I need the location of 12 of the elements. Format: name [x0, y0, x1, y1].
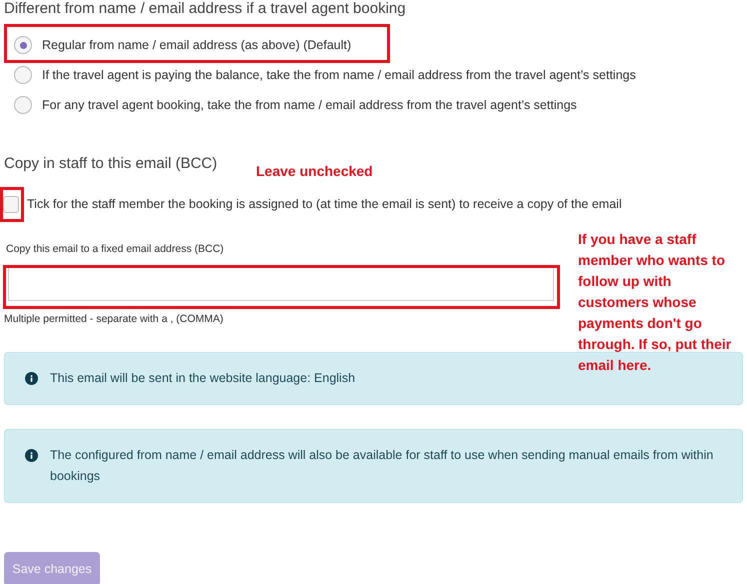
staff-copy-checkbox[interactable]: Tick for the staff member the booking is assigned to (at time the email is sent) to receive a copy of the email [3, 195, 622, 214]
info-text: This email will be sent in the website language: English [50, 370, 356, 388]
annotation-text: Leave unchecked [256, 162, 373, 181]
radio-option[interactable]: Regular from name / email address (as above) (Default) [14, 35, 352, 55]
radio-option[interactable]: If the travel agent is paying the balance, take the from name / email address from the travel agent’s settings [14, 65, 636, 85]
info-text: The configured from name / email address will also be available for staff to use when sending manual emails from within bookings [50, 447, 714, 486]
section-heading: Different from name / email address if a travel agent booking [4, 0, 406, 18]
field-help-text: Multiple permitted - separate with a , (COMMA) [4, 312, 224, 326]
annotation-text: If you have a staff member who wants to follow up with customers whose payments don't go through. If so, put their email here. [578, 230, 732, 375]
field-label: Copy this email to a fixed email address (BCC) [6, 242, 224, 257]
section-heading: Copy in staff to this email (BCC) [4, 155, 218, 173]
radio-option[interactable]: For any travel agent booking, take the from name / email address from the travel agent’s settings [14, 95, 577, 115]
